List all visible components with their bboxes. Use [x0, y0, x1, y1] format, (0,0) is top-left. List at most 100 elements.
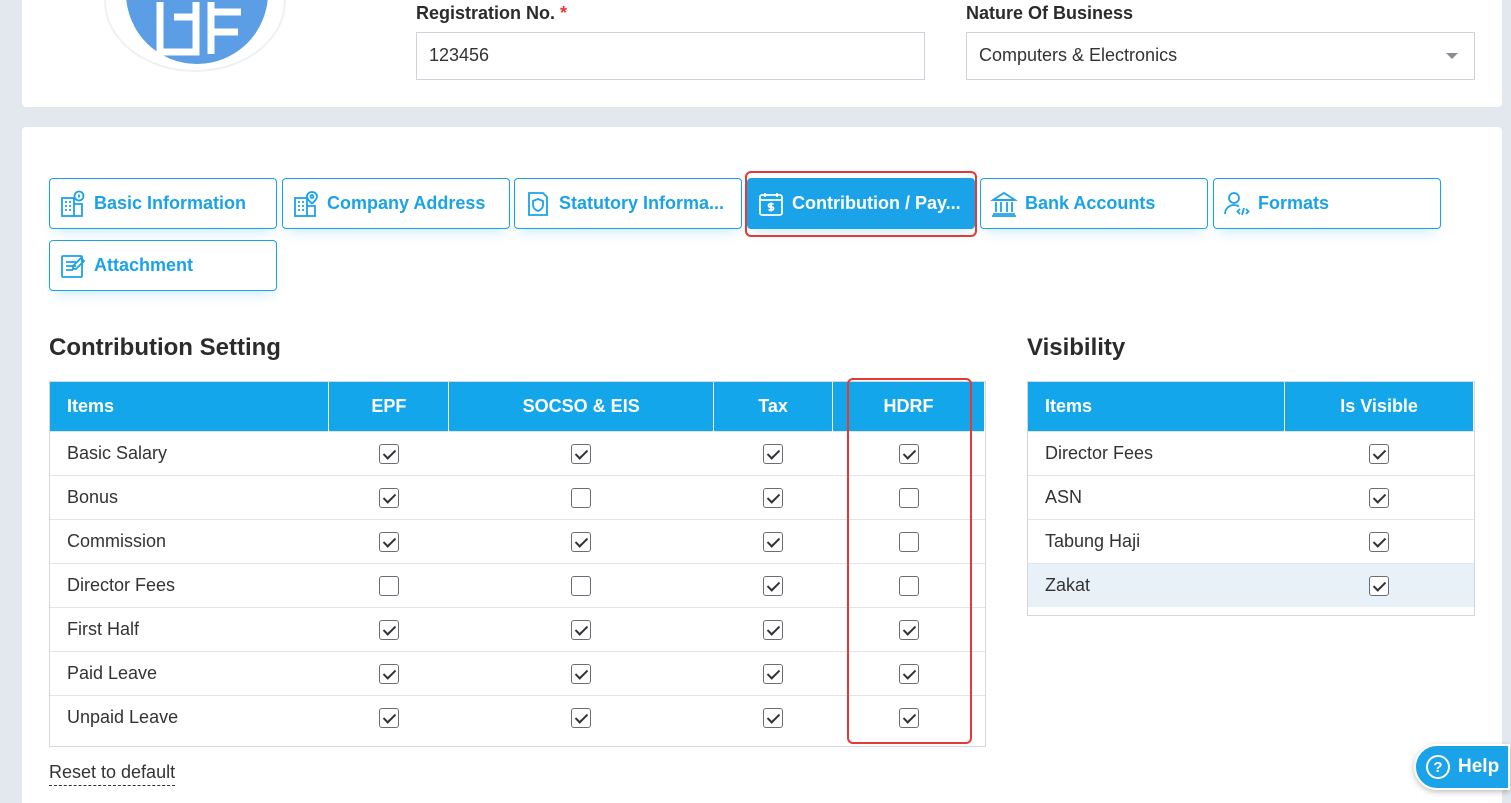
cell-epf: [328, 562, 449, 607]
cell-socso: [448, 474, 714, 519]
hdrf-checkbox[interactable]: [898, 707, 919, 728]
hdrf-checkbox[interactable]: [898, 575, 919, 596]
col-header-tax: Tax: [713, 382, 834, 431]
is-visible-checkbox[interactable]: [1369, 531, 1390, 552]
col-header-is-visible: Is Visible: [1284, 382, 1474, 431]
cell-hdrf: [832, 562, 985, 607]
cell-hdrf: [832, 694, 985, 739]
cell-hdrf: [832, 474, 985, 519]
tax-checkbox[interactable]: [763, 619, 784, 640]
cell-tax: [713, 518, 833, 563]
socso-checkbox[interactable]: [571, 443, 592, 464]
cell-socso: [448, 430, 714, 475]
business-value: Computers & Electronics: [979, 45, 1178, 65]
socso-checkbox[interactable]: [571, 531, 592, 552]
table-row: Director Fees: [50, 562, 985, 607]
col-header-epf: EPF: [328, 382, 450, 431]
epf-checkbox[interactable]: [378, 531, 399, 552]
col-header-socso: SOCSO & EIS: [448, 382, 715, 431]
tax-checkbox[interactable]: [763, 575, 784, 596]
tab-attachment[interactable]: Attachment: [49, 240, 277, 291]
table-row: Commission: [50, 518, 985, 563]
col-header-items: Items: [50, 382, 330, 431]
col-header-items: Items: [1028, 382, 1286, 431]
epf-checkbox[interactable]: [378, 443, 399, 464]
is-visible-checkbox[interactable]: [1369, 443, 1390, 464]
hdrf-checkbox[interactable]: [898, 531, 919, 552]
cell-socso: [448, 562, 714, 607]
building-location-icon: [291, 189, 321, 219]
cell-epf: [328, 430, 449, 475]
cell-hdrf: [832, 650, 985, 695]
tax-checkbox[interactable]: [763, 707, 784, 728]
row-item-label: Unpaid Leave: [50, 694, 329, 739]
tax-checkbox[interactable]: [763, 663, 784, 684]
reset-to-default-link[interactable]: Reset to default: [49, 762, 176, 786]
row-item-label: Basic Salary: [50, 430, 329, 475]
tab-company-address[interactable]: Company Address: [282, 178, 510, 229]
cell-tax: [713, 562, 833, 607]
cell-hdrf: [832, 430, 985, 475]
tax-checkbox[interactable]: [763, 531, 784, 552]
socso-checkbox[interactable]: [571, 663, 592, 684]
cell-hdrf: [832, 606, 985, 651]
row-item-label: Director Fees: [1028, 430, 1285, 475]
cell-tax: [713, 430, 833, 475]
cell-is-visible: [1284, 518, 1474, 563]
epf-checkbox[interactable]: [378, 619, 399, 640]
tax-checkbox[interactable]: [763, 443, 784, 464]
hdrf-checkbox[interactable]: [898, 443, 919, 464]
row-item-label: Director Fees: [50, 562, 329, 607]
registration-input[interactable]: 123456: [416, 32, 925, 80]
cell-epf: [328, 694, 449, 739]
registration-value: 123456: [429, 45, 490, 65]
tab-formats[interactable]: Formats: [1213, 178, 1441, 229]
hdrf-checkbox[interactable]: [898, 663, 919, 684]
cell-socso: [448, 650, 714, 695]
business-select[interactable]: Computers & Electronics: [966, 32, 1475, 80]
socso-checkbox[interactable]: [571, 619, 592, 640]
epf-checkbox[interactable]: [378, 707, 399, 728]
cell-hdrf: [832, 518, 985, 563]
epf-checkbox[interactable]: [378, 575, 399, 596]
visibility-title: Visibility: [1027, 334, 1126, 361]
cell-socso: [448, 694, 714, 739]
epf-checkbox[interactable]: [378, 487, 399, 508]
chevron-down-icon: [1446, 53, 1458, 59]
socso-checkbox[interactable]: [571, 487, 592, 508]
cell-epf: [328, 606, 449, 651]
cell-epf: [328, 518, 449, 563]
is-visible-checkbox[interactable]: [1369, 487, 1390, 508]
row-item-label: Tabung Haji: [1028, 518, 1285, 563]
help-button[interactable]: ? Help: [1414, 744, 1510, 790]
company-logo: [104, 0, 286, 72]
cell-socso: [448, 518, 714, 563]
cell-socso: [448, 606, 714, 651]
help-label: Help: [1458, 756, 1500, 777]
cell-epf: [328, 650, 449, 695]
epf-checkbox[interactable]: [378, 663, 399, 684]
socso-checkbox[interactable]: [571, 575, 592, 596]
hdrf-checkbox[interactable]: [898, 487, 919, 508]
cell-tax: [713, 606, 833, 651]
business-label: Nature Of Business: [966, 3, 1134, 23]
tab-bank-accounts[interactable]: Bank Accounts: [980, 178, 1208, 229]
cell-tax: [713, 474, 833, 519]
note-edit-icon: [58, 251, 88, 281]
is-visible-checkbox[interactable]: [1369, 575, 1390, 596]
calendar-dollar-icon: [756, 189, 786, 219]
socso-checkbox[interactable]: [571, 707, 592, 728]
table-row: Bonus: [50, 474, 985, 519]
cell-is-visible: [1284, 474, 1474, 519]
row-item-label: First Half: [50, 606, 329, 651]
cell-is-visible: [1284, 430, 1474, 475]
row-item-label: Paid Leave: [50, 650, 329, 695]
table-row: Director Fees: [1028, 430, 1474, 475]
hdrf-checkbox[interactable]: [898, 619, 919, 640]
registration-label: Registration No. *: [416, 3, 568, 23]
tab-contribution-payroll[interactable]: Contribution / Pay...: [747, 178, 975, 229]
tab-basic-information[interactable]: Basic Information: [49, 178, 277, 229]
tax-checkbox[interactable]: [763, 487, 784, 508]
contribution-header-row: Items EPF SOCSO & EIS Tax HDRF: [50, 382, 985, 431]
tab-statutory-information[interactable]: Statutory Informa...: [514, 178, 742, 229]
